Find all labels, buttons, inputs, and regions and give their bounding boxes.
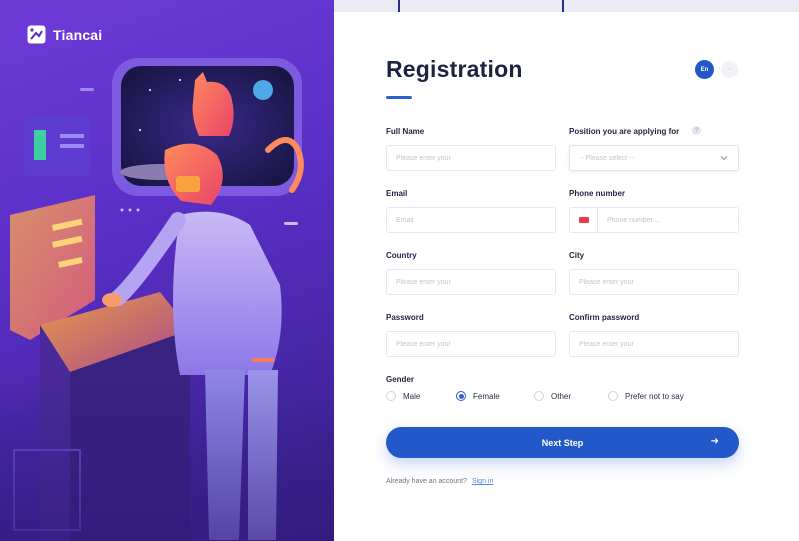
full-name-input[interactable] — [396, 154, 555, 162]
password-input[interactable] — [396, 340, 555, 348]
logo-icon — [27, 25, 46, 44]
city-field[interactable] — [569, 269, 739, 295]
confirm-password-input[interactable] — [579, 340, 738, 348]
radio-button[interactable] — [386, 391, 396, 401]
position-select-value: -- Please select -- — [579, 154, 634, 162]
gender-option-prefer-not[interactable]: Prefer not to say — [608, 391, 684, 401]
password-label: Password — [386, 313, 424, 322]
gender-option-label: Other — [551, 391, 572, 401]
next-step-label: Next Step — [541, 437, 584, 448]
full-name-field[interactable] — [386, 145, 556, 171]
registration-page: Tiancai Registration En ◦ Full Name Posi… — [0, 0, 799, 541]
gender-option-male[interactable]: Male — [386, 391, 456, 401]
signin-footer: Already have an account? Sign in — [386, 478, 493, 485]
confirm-password-field[interactable] — [569, 331, 739, 357]
city-label: City — [569, 251, 585, 260]
illustration-panel: Tiancai — [0, 0, 334, 541]
country-label: Country — [386, 251, 417, 260]
radio-button[interactable] — [608, 391, 618, 401]
registration-card: Registration En ◦ Full Name Position you… — [334, 12, 799, 541]
city-input[interactable] — [579, 278, 738, 286]
footer-text: Already have an account? — [386, 478, 467, 485]
globe-icon: ◦ — [728, 66, 731, 73]
email-label: Email — [386, 189, 408, 198]
help-icon[interactable]: ? — [692, 126, 701, 135]
chevron-down-icon — [720, 156, 728, 161]
country-input[interactable] — [396, 278, 555, 286]
language-other-button[interactable]: ◦ — [721, 61, 738, 78]
decorative-lines — [398, 0, 564, 12]
gender-option-other[interactable]: Other — [534, 391, 608, 401]
confirm-password-label: Confirm password — [569, 313, 640, 322]
brand-logo[interactable]: Tiancai — [27, 25, 102, 44]
page-title: Registration — [386, 56, 523, 82]
arrow-right-icon: ➜ — [710, 436, 719, 447]
phone-label: Phone number — [569, 189, 626, 198]
password-field[interactable] — [386, 331, 556, 357]
title-underline — [386, 96, 412, 99]
position-select[interactable]: -- Please select -- — [569, 145, 739, 171]
brand-name: Tiancai — [53, 26, 103, 43]
country-flag-icon[interactable] — [579, 217, 589, 223]
country-field[interactable] — [386, 269, 556, 295]
full-name-label: Full Name — [386, 127, 425, 136]
position-label: Position you are applying for — [569, 127, 680, 136]
language-en-button[interactable]: En — [695, 60, 714, 79]
gender-option-label: Male — [403, 391, 421, 401]
radio-button-selected[interactable] — [456, 391, 466, 401]
next-step-button[interactable]: Next Step ➜ — [386, 427, 739, 458]
gender-option-female[interactable]: Female — [456, 391, 534, 401]
email-input[interactable] — [396, 216, 555, 224]
gender-option-label: Prefer not to say — [625, 391, 684, 401]
phone-input[interactable] — [607, 216, 738, 224]
phone-field[interactable] — [569, 207, 739, 233]
gender-radio-group: Male Female Other Prefer not to say — [386, 391, 684, 401]
divider — [597, 207, 598, 233]
gender-label: Gender — [386, 375, 415, 384]
sign-in-link[interactable]: Sign in — [472, 478, 493, 485]
developer-illustration — [10, 58, 304, 541]
email-field[interactable] — [386, 207, 556, 233]
gender-option-label: Female — [473, 391, 500, 401]
radio-button[interactable] — [534, 391, 544, 401]
